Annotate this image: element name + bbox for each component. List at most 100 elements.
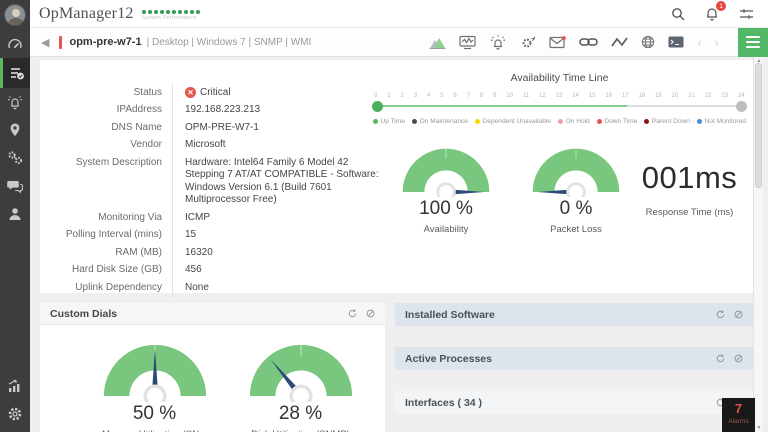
vertical-scrollbar[interactable]: ▲ ▼	[753, 57, 763, 432]
notification-badge: 1	[716, 1, 726, 11]
packet-loss-label: Packet Loss	[550, 224, 602, 235]
sysdesc-value: Hardware: Intel64 Family 6 Model 42 Step…	[172, 154, 384, 209]
logo-dots-block: System Performance	[141, 9, 200, 21]
legend-dot	[596, 119, 602, 124]
app-logo[interactable]: OpManager12	[39, 5, 134, 23]
terminal-icon[interactable]	[668, 36, 684, 48]
alarm-bell-ring-icon[interactable]	[489, 35, 507, 50]
status-value: Critical	[200, 86, 231, 98]
interfaces-title: Interfaces ( 34 )	[405, 396, 483, 409]
legend-item: Not Monitored	[697, 118, 746, 125]
device-name[interactable]: opm-pre-w7-1	[69, 36, 141, 48]
search-icon[interactable]	[671, 7, 685, 21]
custom-dials-header[interactable]: Custom Dials	[40, 303, 385, 325]
timeline-uptime-bar	[377, 105, 628, 107]
link-icon[interactable]	[579, 36, 599, 48]
detail-row-uplink: Uplink Dependency None	[54, 279, 384, 297]
timeline-tick: 0	[374, 93, 378, 99]
sidebar	[0, 0, 30, 432]
alarms-badge[interactable]: 7 Alarms	[722, 398, 755, 432]
legend-item: Down Time	[596, 118, 637, 125]
back-chevron-icon[interactable]: ◀	[41, 36, 49, 49]
right-panels: Installed Software Active Processes Inte…	[395, 303, 753, 432]
scroll-down-icon[interactable]: ▼	[754, 425, 764, 431]
timeline-tick: 20	[671, 93, 679, 99]
timeline-tick: 5	[440, 93, 444, 99]
gear-sync-icon[interactable]	[520, 35, 536, 50]
globe-icon[interactable]	[641, 35, 655, 49]
pulse-line-icon[interactable]	[611, 36, 628, 48]
timeline-tick: 23	[721, 93, 729, 99]
detail-row-ram: RAM (MB) 16320	[54, 244, 384, 262]
settings-sliders-icon[interactable]	[739, 7, 754, 21]
detail-row-polling: Polling Interval (mins) 15	[54, 226, 384, 244]
sidebar-item-support[interactable]	[0, 172, 30, 200]
sidebar-item-alarms[interactable]	[0, 88, 30, 116]
response-time-value: 001ms	[641, 160, 738, 195]
timeline-tick: 10	[506, 93, 514, 99]
legend-dot	[373, 119, 378, 124]
interfaces-panel[interactable]: Interfaces ( 34 )	[395, 391, 753, 414]
chevron-right-icon[interactable]: ›	[715, 35, 719, 50]
timeline-start-dot	[372, 101, 383, 112]
sidebar-item-settings[interactable]	[0, 400, 30, 428]
sidebar-item-dashboard[interactable]	[0, 30, 30, 58]
device-snapshot-card: Status ✕ Critical IPAddress 192.168.223.2…	[40, 60, 753, 297]
availability-section: Availability Time Line 0 1 2 3 4 5 6 7 8 9 10 11 12 1…	[372, 72, 747, 235]
installed-software-panel[interactable]: Installed Software	[395, 303, 753, 326]
timeline-tick: 19	[655, 93, 662, 99]
timeline-tick: 15	[588, 93, 596, 99]
report-chart-icon	[8, 379, 20, 392]
mail-icon[interactable]	[549, 35, 567, 49]
detail-row-status: Status ✕ Critical	[54, 84, 384, 102]
timeline-ticks: 0 1 2 3 4 5 6 7 8 9 10 11 12 13 14 15 16 17 18 19 20 21 22 23 24	[372, 93, 747, 99]
active-processes-panel[interactable]: Active Processes	[395, 347, 753, 370]
link-small-icon[interactable]	[366, 309, 375, 318]
link-small-icon[interactable]	[734, 310, 743, 319]
detail-row-ip: IPAddress 192.168.223.213	[54, 101, 384, 119]
toolbar-actions: ‹ ›	[429, 27, 768, 57]
main-content: Status ✕ Critical IPAddress 192.168.223.2…	[30, 57, 768, 432]
packet-loss-value: 0 %	[559, 198, 593, 219]
active-processes-title: Active Processes	[405, 352, 492, 365]
workflow-gears-icon	[8, 151, 23, 165]
user-avatar[interactable]	[0, 0, 30, 30]
sidebar-item-inventory[interactable]	[0, 58, 30, 88]
chat-bubbles-icon	[7, 181, 23, 194]
monitor-graph-icon[interactable]	[459, 35, 476, 50]
refresh-icon[interactable]	[716, 310, 725, 319]
custom-dials-panel: Custom Dials 50 % Memory Utilization (SN…	[40, 303, 385, 432]
sidebar-item-maps[interactable]	[0, 116, 30, 144]
detail-row-monitoring: Monitoring Via ICMP	[54, 209, 384, 227]
sidebar-item-workflow[interactable]	[0, 144, 30, 172]
timeline-tick: 13	[555, 93, 563, 99]
detail-row-sysdesc: System Description Hardware: Intel64 Fam…	[54, 154, 384, 209]
custom-dials-body: 50 % Memory Utilization (SN... 28 % Disk…	[40, 325, 385, 432]
link-small-icon[interactable]	[734, 354, 743, 363]
timeline-end-dot	[736, 101, 747, 112]
sidebar-item-users[interactable]	[0, 200, 30, 228]
refresh-icon[interactable]	[716, 354, 725, 363]
timeline-line	[377, 105, 742, 107]
status-color-bar	[59, 35, 63, 49]
timeline-tick: 3	[413, 93, 418, 99]
location-pin-icon	[10, 123, 20, 137]
chevron-left-icon[interactable]: ‹	[697, 35, 701, 50]
menu-button[interactable]	[738, 27, 768, 57]
area-chart-icon[interactable]	[429, 35, 446, 49]
refresh-icon[interactable]	[348, 309, 357, 318]
scrollbar-thumb[interactable]	[755, 63, 762, 188]
user-icon	[9, 208, 21, 220]
notifications-bell-icon[interactable]: 1	[705, 1, 726, 21]
sidebar-item-reports[interactable]	[0, 372, 30, 400]
response-time-block: 001ms Response Time (ms)	[632, 142, 747, 235]
alarms-label: Alarms	[728, 418, 749, 425]
top-header: OpManager12 System Performance 1	[30, 0, 768, 28]
installed-software-title: Installed Software	[405, 308, 495, 321]
timeline-tick: 14	[572, 93, 579, 99]
inventory-list-icon	[10, 68, 24, 80]
timeline-tick: 2	[400, 93, 404, 99]
legend-item: On Hold	[558, 118, 590, 125]
device-tags: | Desktop | Windows 7 | SNMP | WMI	[146, 36, 312, 48]
timeline-track[interactable]	[372, 101, 747, 112]
